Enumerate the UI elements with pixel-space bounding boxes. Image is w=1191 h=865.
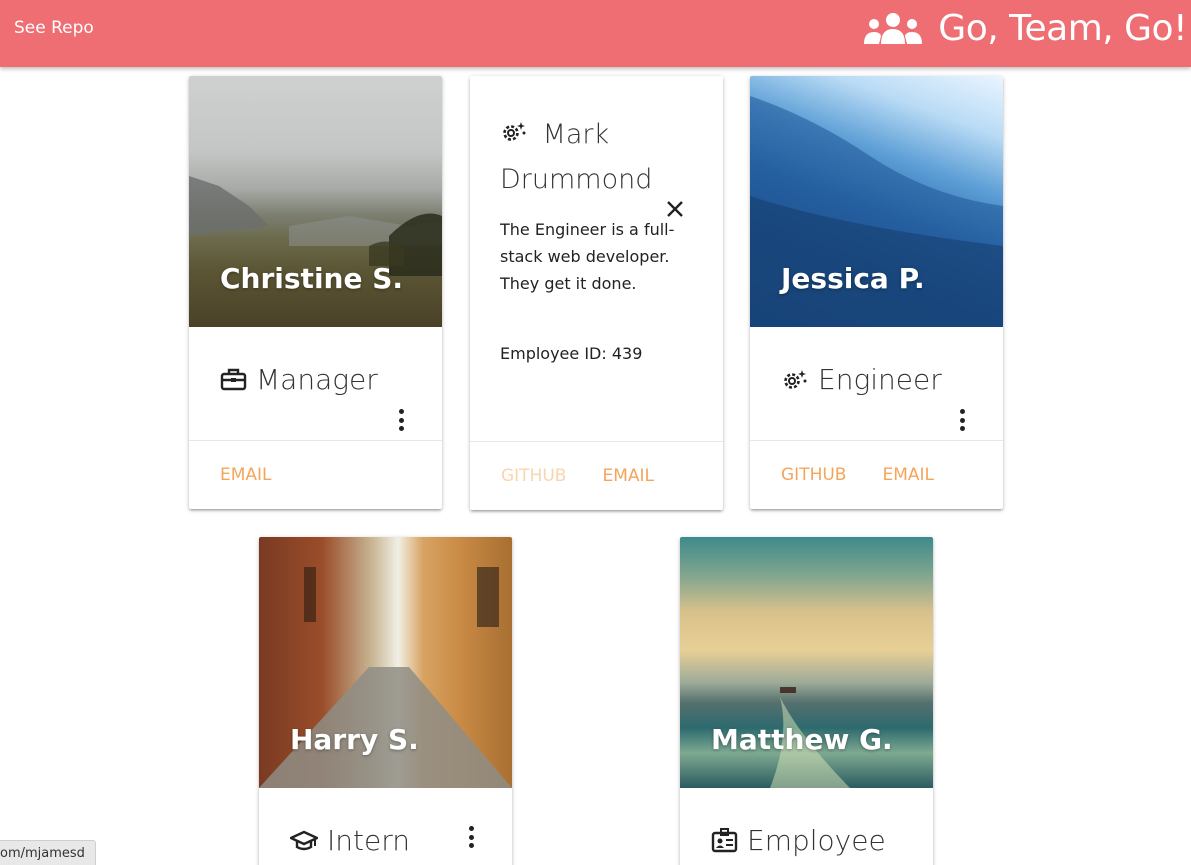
more-vert-icon[interactable] [396, 409, 406, 431]
github-link[interactable]: GITHUB [501, 466, 566, 486]
employee-name: Harry S. [290, 723, 419, 756]
top-navbar: See Repo Go, Team, Go! [0, 0, 1191, 67]
id-card-icon [711, 828, 738, 853]
role-label: Employee [747, 824, 886, 857]
employee-name: Matthew G. [711, 723, 893, 756]
more-vert-icon[interactable] [466, 826, 476, 848]
briefcase-icon [220, 367, 247, 392]
employee-id: Employee ID: 439 [500, 344, 643, 363]
employee-card: Mark Drummond The Engineer is a full-sta… [470, 76, 723, 510]
card-actions: EMAIL [189, 441, 442, 509]
card-image[interactable]: Matthew G. [680, 537, 933, 788]
graduation-cap-icon [290, 830, 318, 852]
email-link[interactable]: EMAIL [602, 466, 654, 486]
role-title: Manager [220, 363, 378, 396]
card-content: Manager [189, 327, 442, 441]
reveal-title: Mark Drummond [500, 112, 670, 202]
employee-name: Jessica P. [781, 262, 925, 295]
cogs-icon [500, 119, 543, 150]
more-vert-icon[interactable] [957, 409, 967, 431]
card-content: Employee [680, 788, 933, 865]
role-label: Engineer [818, 363, 942, 396]
card-reveal: Mark Drummond The Engineer is a full-sta… [470, 76, 723, 441]
people-group-icon [862, 12, 924, 46]
role-label: Manager [256, 363, 378, 396]
employee-card: Matthew G. Employee [680, 537, 933, 865]
role-title: Employee [711, 824, 886, 857]
card-actions: GITHUB EMAIL [750, 441, 1003, 509]
github-link[interactable]: GITHUB [781, 465, 846, 485]
see-repo-link[interactable]: See Repo [14, 18, 94, 38]
browser-status-url: om/mjamesd [0, 840, 96, 865]
employee-card: Christine S. Manager EMAIL [189, 76, 442, 509]
brand[interactable]: Go, Team, Go! [862, 8, 1187, 49]
card-content: Engineer [750, 327, 1003, 441]
brand-title: Go, Team, Go! [938, 8, 1187, 49]
role-title: Engineer [781, 363, 942, 396]
email-link[interactable]: EMAIL [882, 465, 934, 485]
role-title: Intern [290, 824, 410, 857]
role-label: Intern [327, 824, 410, 857]
card-actions: GITHUB EMAIL [470, 441, 723, 509]
card-image[interactable]: Jessica P. [750, 76, 1003, 327]
cogs-icon [781, 368, 809, 392]
employee-name: Christine S. [220, 262, 404, 295]
card-content: Intern [259, 788, 512, 865]
employee-card: Jessica P. Engineer GITHUB EMAIL [750, 76, 1003, 509]
card-image[interactable]: Christine S. [189, 76, 442, 327]
employee-card: Harry S. Intern [259, 537, 512, 865]
card-image[interactable]: Harry S. [259, 537, 512, 788]
email-link[interactable]: EMAIL [220, 465, 272, 485]
role-description: The Engineer is a full-stack web develop… [500, 220, 675, 293]
